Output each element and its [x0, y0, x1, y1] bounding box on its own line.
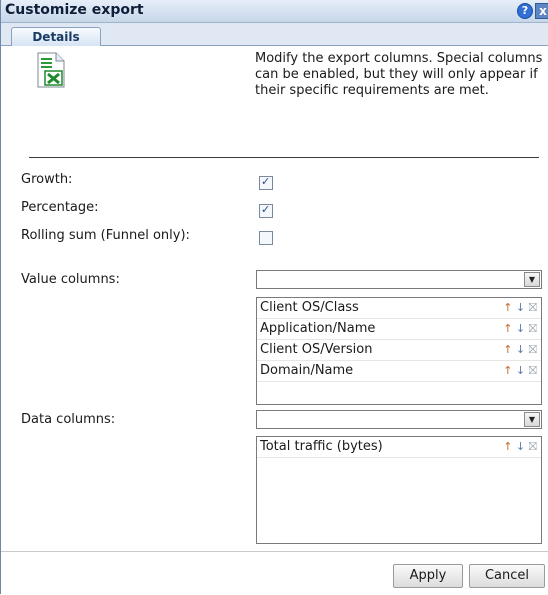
- excel-file-icon: [37, 52, 65, 88]
- move-up-icon[interactable]: ↑: [503, 301, 512, 314]
- dialog-title: Customize export: [5, 2, 144, 18]
- help-icon[interactable]: ?: [517, 3, 533, 19]
- value-columns-select[interactable]: ▼: [256, 270, 542, 289]
- list-item-label: Total traffic (bytes): [260, 439, 383, 454]
- rolling-sum-label: Rolling sum (Funnel only):: [21, 228, 190, 243]
- value-columns-list: Client OS/Class ↑ ↓ ⛝ Application/Name ↑…: [256, 297, 542, 405]
- divider: [29, 157, 539, 158]
- move-down-icon[interactable]: ↓: [516, 343, 525, 356]
- tab-strip: Details: [1, 23, 548, 46]
- apply-button[interactable]: Apply: [393, 564, 463, 588]
- list-item[interactable]: Application/Name ↑ ↓ ⛝: [257, 319, 541, 340]
- rolling-sum-checkbox[interactable]: [259, 231, 273, 245]
- check-icon: ✓: [261, 203, 271, 216]
- move-up-icon[interactable]: ↑: [503, 364, 512, 377]
- growth-checkbox[interactable]: ✓: [259, 175, 273, 190]
- close-icon[interactable]: x: [535, 3, 548, 19]
- percentage-checkbox[interactable]: ✓: [259, 203, 273, 218]
- move-down-icon[interactable]: ↓: [516, 440, 525, 453]
- move-up-icon[interactable]: ↑: [503, 440, 512, 453]
- delete-icon[interactable]: ⛝: [529, 343, 537, 356]
- value-columns-label: Value columns:: [21, 272, 120, 287]
- check-icon: ✓: [261, 175, 271, 188]
- cancel-button[interactable]: Cancel: [469, 564, 545, 588]
- delete-icon[interactable]: ⛝: [529, 301, 537, 314]
- growth-label: Growth:: [21, 172, 73, 187]
- move-up-icon[interactable]: ↑: [503, 343, 512, 356]
- delete-icon[interactable]: ⛝: [529, 440, 537, 453]
- move-down-icon[interactable]: ↓: [516, 301, 525, 314]
- move-down-icon[interactable]: ↓: [516, 322, 525, 335]
- customize-export-dialog: Customize export ? x Details Modify the …: [0, 0, 548, 594]
- percentage-label: Percentage:: [21, 200, 99, 215]
- delete-icon[interactable]: ⛝: [529, 322, 537, 335]
- title-bar[interactable]: Customize export ? x: [1, 0, 548, 23]
- data-columns-label: Data columns:: [21, 412, 116, 427]
- move-up-icon[interactable]: ↑: [503, 322, 512, 335]
- description-text: Modify the export columns. Special colum…: [255, 51, 543, 98]
- data-columns-select[interactable]: ▼: [256, 410, 542, 429]
- move-down-icon[interactable]: ↓: [516, 364, 525, 377]
- delete-icon[interactable]: ⛝: [529, 364, 537, 377]
- list-item-label: Domain/Name: [260, 363, 354, 378]
- dropdown-arrow-icon[interactable]: ▼: [524, 412, 540, 427]
- list-item[interactable]: Client OS/Class ↑ ↓ ⛝: [257, 298, 541, 319]
- dropdown-arrow-icon[interactable]: ▼: [524, 272, 540, 287]
- tab-details[interactable]: Details: [11, 27, 101, 46]
- list-item[interactable]: Total traffic (bytes) ↑ ↓ ⛝: [257, 437, 541, 458]
- list-item-label: Application/Name: [260, 321, 376, 336]
- list-item-label: Client OS/Class: [260, 300, 359, 315]
- list-item-label: Client OS/Version: [260, 342, 373, 357]
- data-columns-list: Total traffic (bytes) ↑ ↓ ⛝: [256, 436, 542, 544]
- dialog-footer: Apply Cancel: [1, 551, 548, 595]
- list-item[interactable]: Domain/Name ↑ ↓ ⛝: [257, 361, 541, 382]
- list-item[interactable]: Client OS/Version ↑ ↓ ⛝: [257, 340, 541, 361]
